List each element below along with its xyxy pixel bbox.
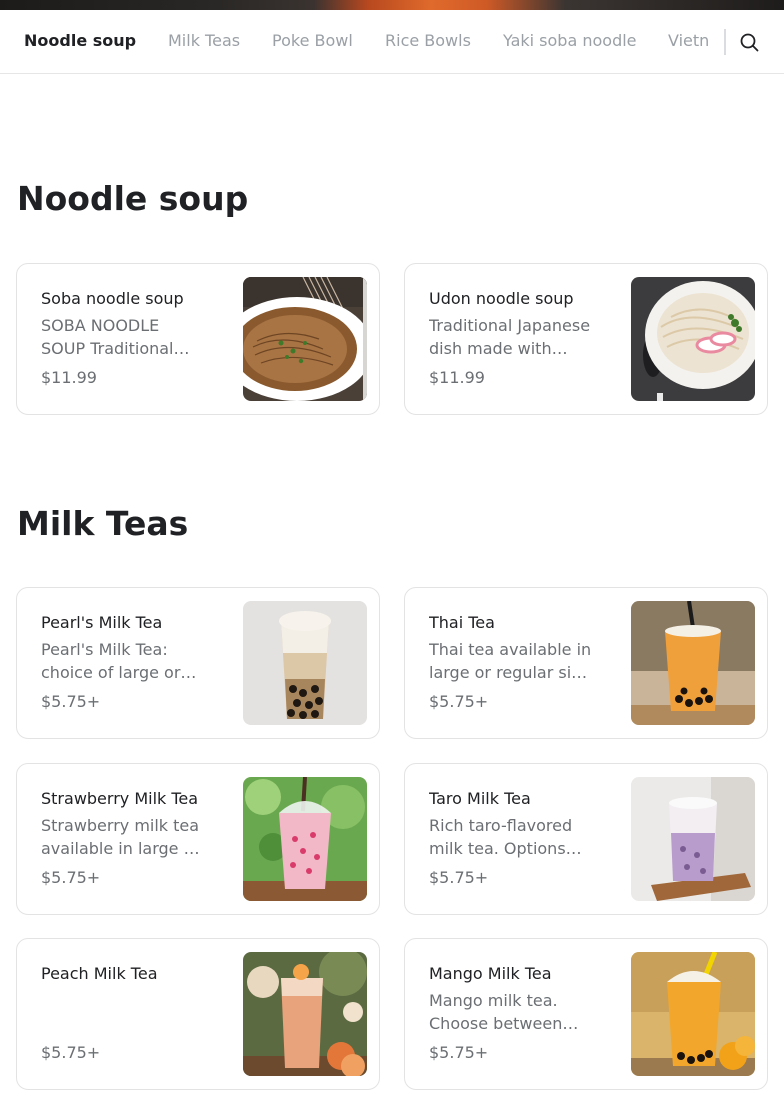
item-price: $5.75+ [429,692,489,711]
item-name: Soba noodle soup [41,289,184,308]
section-title-milk-teas: Milk Teas [17,504,189,543]
peach-milk-tea-photo [243,952,367,1076]
item-price: $5.75+ [41,1043,101,1062]
item-description: Mango milk tea. Choose between… [429,991,579,1033]
item-price: $11.99 [429,368,485,387]
item-price: $5.75+ [429,868,489,887]
item-price: $5.75+ [41,692,101,711]
menu-item-card[interactable]: Mango Milk Tea Mango milk tea. Choose be… [404,938,768,1090]
section-title-noodle-soup: Noodle soup [17,179,249,218]
tab-vietnamese[interactable]: Vietn [668,30,709,52]
item-price: $11.99 [41,368,97,387]
item-name: Pearl's Milk Tea [41,613,163,632]
menu-item-card[interactable]: Soba noodle soup SOBA NOODLE SOUP Tradit… [16,263,380,415]
item-name: Strawberry Milk Tea [41,789,199,808]
search-icon [740,33,759,52]
strawberry-milk-tea-photo [243,777,367,901]
tab-noodle-soup[interactable]: Noodle soup [24,30,136,52]
item-name: Thai Tea [429,613,495,632]
tab-milk-teas[interactable]: Milk Teas [168,30,240,52]
tab-yaki-soba-noodle[interactable]: Yaki soba noodle [503,30,637,52]
menu-item-card[interactable]: Peach Milk Tea $5.75+ [16,938,380,1090]
tab-rice-bowls[interactable]: Rice Bowls [385,30,471,52]
item-price: $5.75+ [41,868,101,887]
mango-milk-tea-photo [631,952,755,1076]
item-name: Mango Milk Tea [429,964,552,983]
soba-noodle-soup-photo [243,277,367,401]
taro-milk-tea-photo [631,777,755,901]
udon-noodle-soup-photo [631,277,755,401]
item-description: Pearl's Milk Tea: choice of large or… [41,640,197,682]
category-tabs[interactable]: Noodle soup Milk Teas Poke Bowl Rice Bow… [0,10,714,73]
item-description: Traditional Japanese dish made with… [429,316,591,358]
item-description: Rich taro-flavored milk tea. Options… [429,816,582,858]
search-button[interactable] [736,30,764,54]
category-nav: Noodle soup Milk Teas Poke Bowl Rice Bow… [0,10,784,74]
item-name: Peach Milk Tea [41,964,158,983]
menu-item-card[interactable]: Udon noodle soup Traditional Japanese di… [404,263,768,415]
item-description: Thai tea available in large or regular s… [429,640,592,682]
item-description [41,989,207,1035]
menu-item-card[interactable]: Strawberry Milk Tea Strawberry milk tea … [16,763,380,915]
item-name: Udon noodle soup [429,289,574,308]
tab-poke-bowl[interactable]: Poke Bowl [272,30,353,52]
nav-divider [724,29,726,55]
pearls-milk-tea-photo [243,601,367,725]
item-description: Strawberry milk tea available in large … [41,816,200,858]
menu-item-card[interactable]: Pearl's Milk Tea Pearl's Milk Tea: choic… [16,587,380,739]
hero-banner-image [0,0,784,10]
thai-tea-photo [631,601,755,725]
item-description: SOBA NOODLE SOUP Traditional… [41,316,190,358]
item-price: $5.75+ [429,1043,489,1062]
item-name: Taro Milk Tea [429,789,531,808]
menu-item-card[interactable]: Thai Tea Thai tea available in large or … [404,587,768,739]
menu-item-card[interactable]: Taro Milk Tea Rich taro-flavored milk te… [404,763,768,915]
